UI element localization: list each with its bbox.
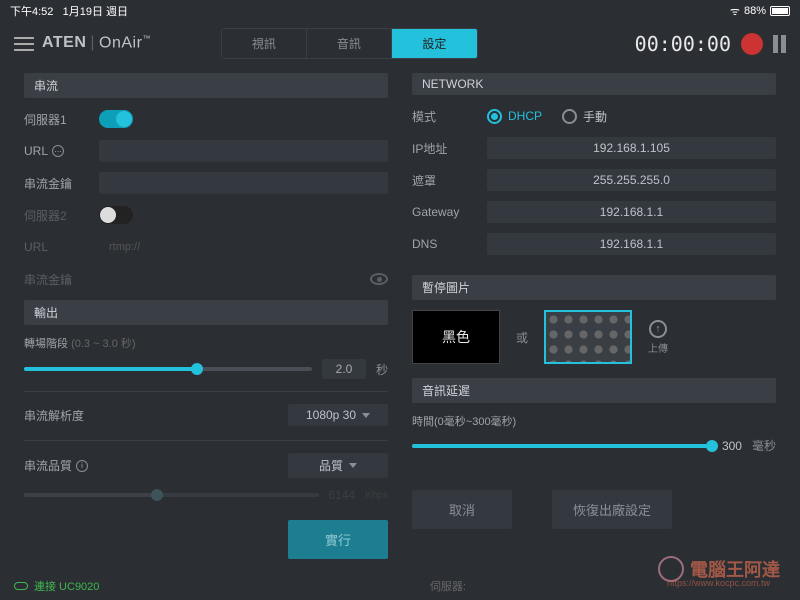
factory-reset-button[interactable]: 恢復出廠設定 [552,490,672,529]
pause-button[interactable] [773,35,786,53]
input-key1[interactable] [99,172,388,194]
status-bar: 下午4:52 1月19日 週日 ᯤ 88% [0,0,800,22]
section-stream: 串流 [24,73,388,98]
footer-server: 伺服器: [430,578,466,594]
toggle-server1[interactable] [99,110,133,128]
section-output: 輸出 [24,300,388,325]
tab-video[interactable]: 視訊 [222,29,307,58]
tab-bar: 視訊 音訊 設定 [221,28,478,59]
label-resolution: 串流解析度 [24,407,288,424]
slider-transition[interactable] [24,367,312,371]
value-dns[interactable]: 192.168.1.1 [487,233,776,255]
section-pause-image: 暫停圖片 [412,275,776,300]
label-transition: 轉場階段 [24,338,68,350]
section-audio-delay: 音訊延遲 [412,378,776,403]
hint-transition: (0.3 ~ 3.0 秒) [71,338,136,350]
radio-manual[interactable]: 手動 [562,108,607,125]
dropdown-resolution[interactable]: 1080p 30 [288,404,388,426]
watermark-url: https://www.kocpc.com.tw [667,578,770,588]
bitrate-unit: Kbps [365,490,388,501]
pause-image-pattern[interactable] [544,310,632,364]
record-button[interactable] [741,33,763,55]
label-mask: 遮罩 [412,172,487,189]
link-icon [14,582,28,590]
upload-icon: ↑ [649,320,667,338]
info-icon: ⋯ [52,145,64,157]
apply-button[interactable]: 實行 [288,520,388,559]
delay-unit: 毫秒 [752,437,776,454]
toggle-server2[interactable] [99,206,133,224]
info-icon: i [76,460,88,472]
label-dns: DNS [412,237,487,251]
chevron-down-icon [349,463,357,468]
label-key1: 串流金鑰 [24,175,99,192]
label-key2: 串流金鑰 [24,271,99,288]
slider-delay[interactable] [412,444,712,448]
input-url1[interactable] [99,140,388,162]
value-gateway[interactable]: 192.168.1.1 [487,201,776,223]
wifi-icon: ᯤ [730,4,740,19]
tab-settings[interactable]: 設定 [392,29,477,58]
bitrate-value: 6144 [329,488,356,502]
radio-dhcp[interactable]: DHCP [487,109,542,124]
menu-icon[interactable] [14,37,34,51]
connection-status: 連接 UC9020 [34,578,99,594]
timer: 00:00:00 [635,32,731,56]
section-network: NETWORK [412,73,776,95]
date: 1月19日 週日 [63,6,128,18]
input-url2[interactable]: rtmp:// [99,241,388,253]
eye-icon[interactable] [370,273,388,285]
label-or: 或 [516,329,528,346]
battery-percent: 88% [744,5,766,17]
upload-button[interactable]: ↑ 上傳 [648,320,668,355]
label-gateway: Gateway [412,205,487,219]
tab-audio[interactable]: 音訊 [307,29,392,58]
brand-logo: ATEN| OnAir™ [42,34,151,52]
transition-value: 2.0 [322,359,366,379]
label-quality: 串流品質 i [24,457,288,474]
label-ip: IP地址 [412,140,487,157]
time: 下午4:52 [10,6,53,18]
value-ip[interactable]: 192.168.1.105 [487,137,776,159]
chevron-down-icon [362,413,370,418]
battery-icon [770,6,790,16]
pause-image-black[interactable]: 黑色 [412,310,500,364]
app-header: ATEN| OnAir™ 視訊 音訊 設定 00:00:00 [0,22,800,69]
transition-unit: 秒 [376,361,388,378]
slider-bitrate[interactable] [24,493,319,497]
label-url1: URL ⋯ [24,144,99,158]
delay-value: 300 [722,439,742,453]
label-server1: 伺服器1 [24,111,99,128]
label-url2: URL [24,240,99,254]
cancel-button[interactable]: 取消 [412,490,512,529]
label-server2: 伺服器2 [24,207,99,224]
label-mode: 模式 [412,108,487,125]
label-delay: 時間(0毫秒~300毫秒) [412,413,776,429]
dropdown-quality[interactable]: 品質 [288,453,388,478]
value-mask[interactable]: 255.255.255.0 [487,169,776,191]
